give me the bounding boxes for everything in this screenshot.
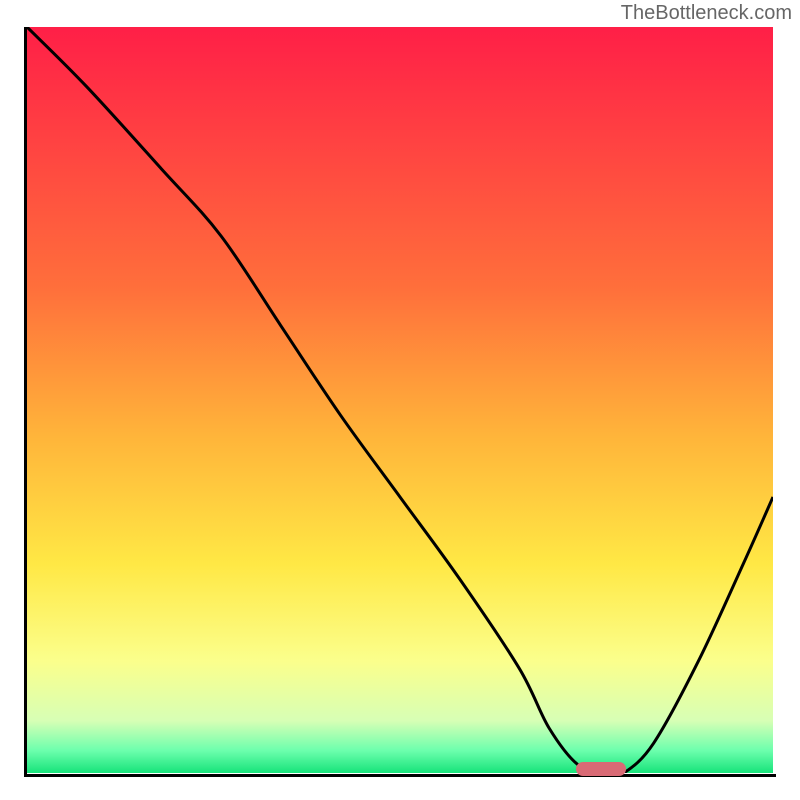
x-axis-line [24, 774, 776, 777]
bottleneck-curve [27, 27, 773, 773]
plot-area [27, 27, 773, 773]
chart-container: TheBottleneck.com [0, 0, 800, 800]
optimal-range-marker [576, 762, 626, 776]
watermark-text: TheBottleneck.com [621, 2, 792, 25]
curve-line [27, 27, 773, 773]
